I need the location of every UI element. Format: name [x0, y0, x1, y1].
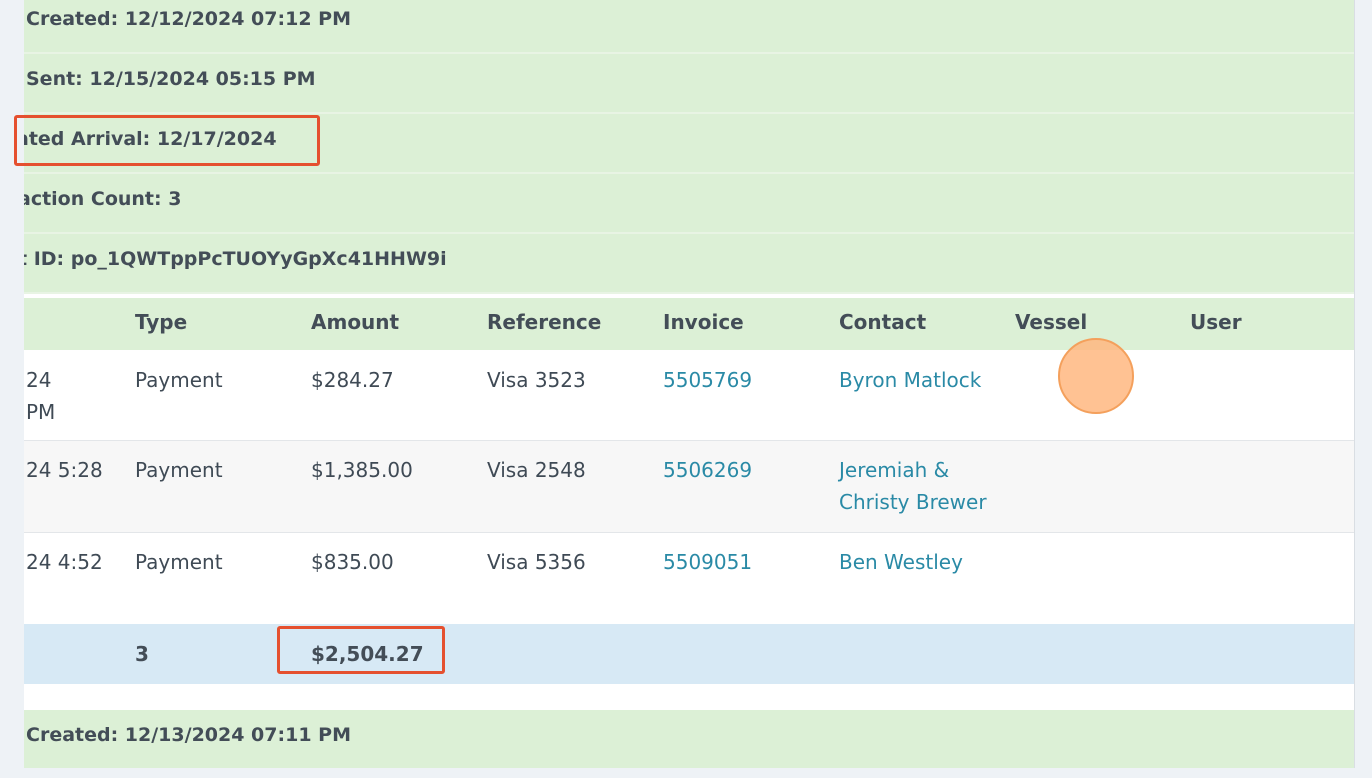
payout-created: Created: 12/13/2024 07:11 PM	[26, 724, 351, 746]
payout-created: Created: 12/12/2024 07:12 PM	[26, 8, 351, 30]
cursor-indicator	[1058, 338, 1134, 414]
invoice-link[interactable]: 5505769	[663, 364, 752, 396]
contact-link[interactable]: Jeremiah &	[839, 454, 949, 486]
arrival-highlight-box	[14, 115, 320, 166]
table-row[interactable]: 24 4:52 Payment $835.00 Visa 5356 550905…	[24, 533, 1354, 624]
row-amount: $835.00	[311, 550, 394, 574]
contact-link-line2[interactable]: Christy Brewer	[839, 486, 987, 518]
row-amount: $284.27	[311, 368, 394, 392]
header-vessel: Vessel	[1015, 310, 1088, 334]
row-type: Payment	[135, 550, 223, 574]
header-user: User	[1190, 310, 1242, 334]
invoice-link[interactable]: 5506269	[663, 454, 752, 486]
contact-link[interactable]: Ben Westley	[839, 546, 963, 578]
row-date-time: PM	[26, 400, 56, 424]
row-type: Payment	[135, 458, 223, 482]
header-reference: Reference	[487, 310, 602, 334]
totals-row: 3 $2,504.27	[24, 624, 1354, 684]
table-row[interactable]: 24 PM Payment $284.27 Visa 3523 5505769 …	[24, 350, 1354, 441]
table-header: Type Amount Reference Invoice Contact Ve…	[24, 298, 1354, 350]
row-reference: Visa 3523	[487, 368, 586, 392]
header-type: Type	[135, 310, 188, 334]
header-amount: Amount	[311, 310, 400, 334]
table-row[interactable]: 24 5:28 Payment $1,385.00 Visa 2548 5506…	[24, 441, 1354, 533]
payout-created-row: Created: 12/12/2024 07:12 PM	[24, 0, 1354, 54]
row-reference: Visa 2548	[487, 458, 586, 482]
row-amount: $1,385.00	[311, 458, 413, 482]
row-date: 24	[26, 368, 52, 392]
total-count: 3	[135, 642, 149, 666]
payout-id: t ID: po_1QWTppPcTUOYyGpXc41HHW9i	[24, 248, 447, 270]
contact-link[interactable]: Byron Matlock	[839, 364, 981, 396]
panel-border	[1354, 0, 1355, 768]
row-date: 24 5:28	[26, 458, 103, 482]
payout-created-row: Created: 12/13/2024 07:11 PM	[24, 710, 1354, 768]
payout-sent-row: Sent: 12/15/2024 05:15 PM	[24, 54, 1354, 114]
payout-sent: Sent: 12/15/2024 05:15 PM	[26, 68, 316, 90]
header-contact: Contact	[839, 310, 927, 334]
row-date: 24 4:52	[26, 550, 103, 574]
total-highlight-box	[277, 626, 445, 674]
row-type: Payment	[135, 368, 223, 392]
header-invoice: Invoice	[663, 310, 744, 334]
payout-id-row: t ID: po_1QWTppPcTUOYyGpXc41HHW9i	[24, 234, 1354, 294]
transaction-count: action Count: 3	[24, 188, 182, 210]
transaction-count-row: action Count: 3	[24, 174, 1354, 234]
row-reference: Visa 5356	[487, 550, 586, 574]
invoice-link[interactable]: 5509051	[663, 546, 752, 578]
